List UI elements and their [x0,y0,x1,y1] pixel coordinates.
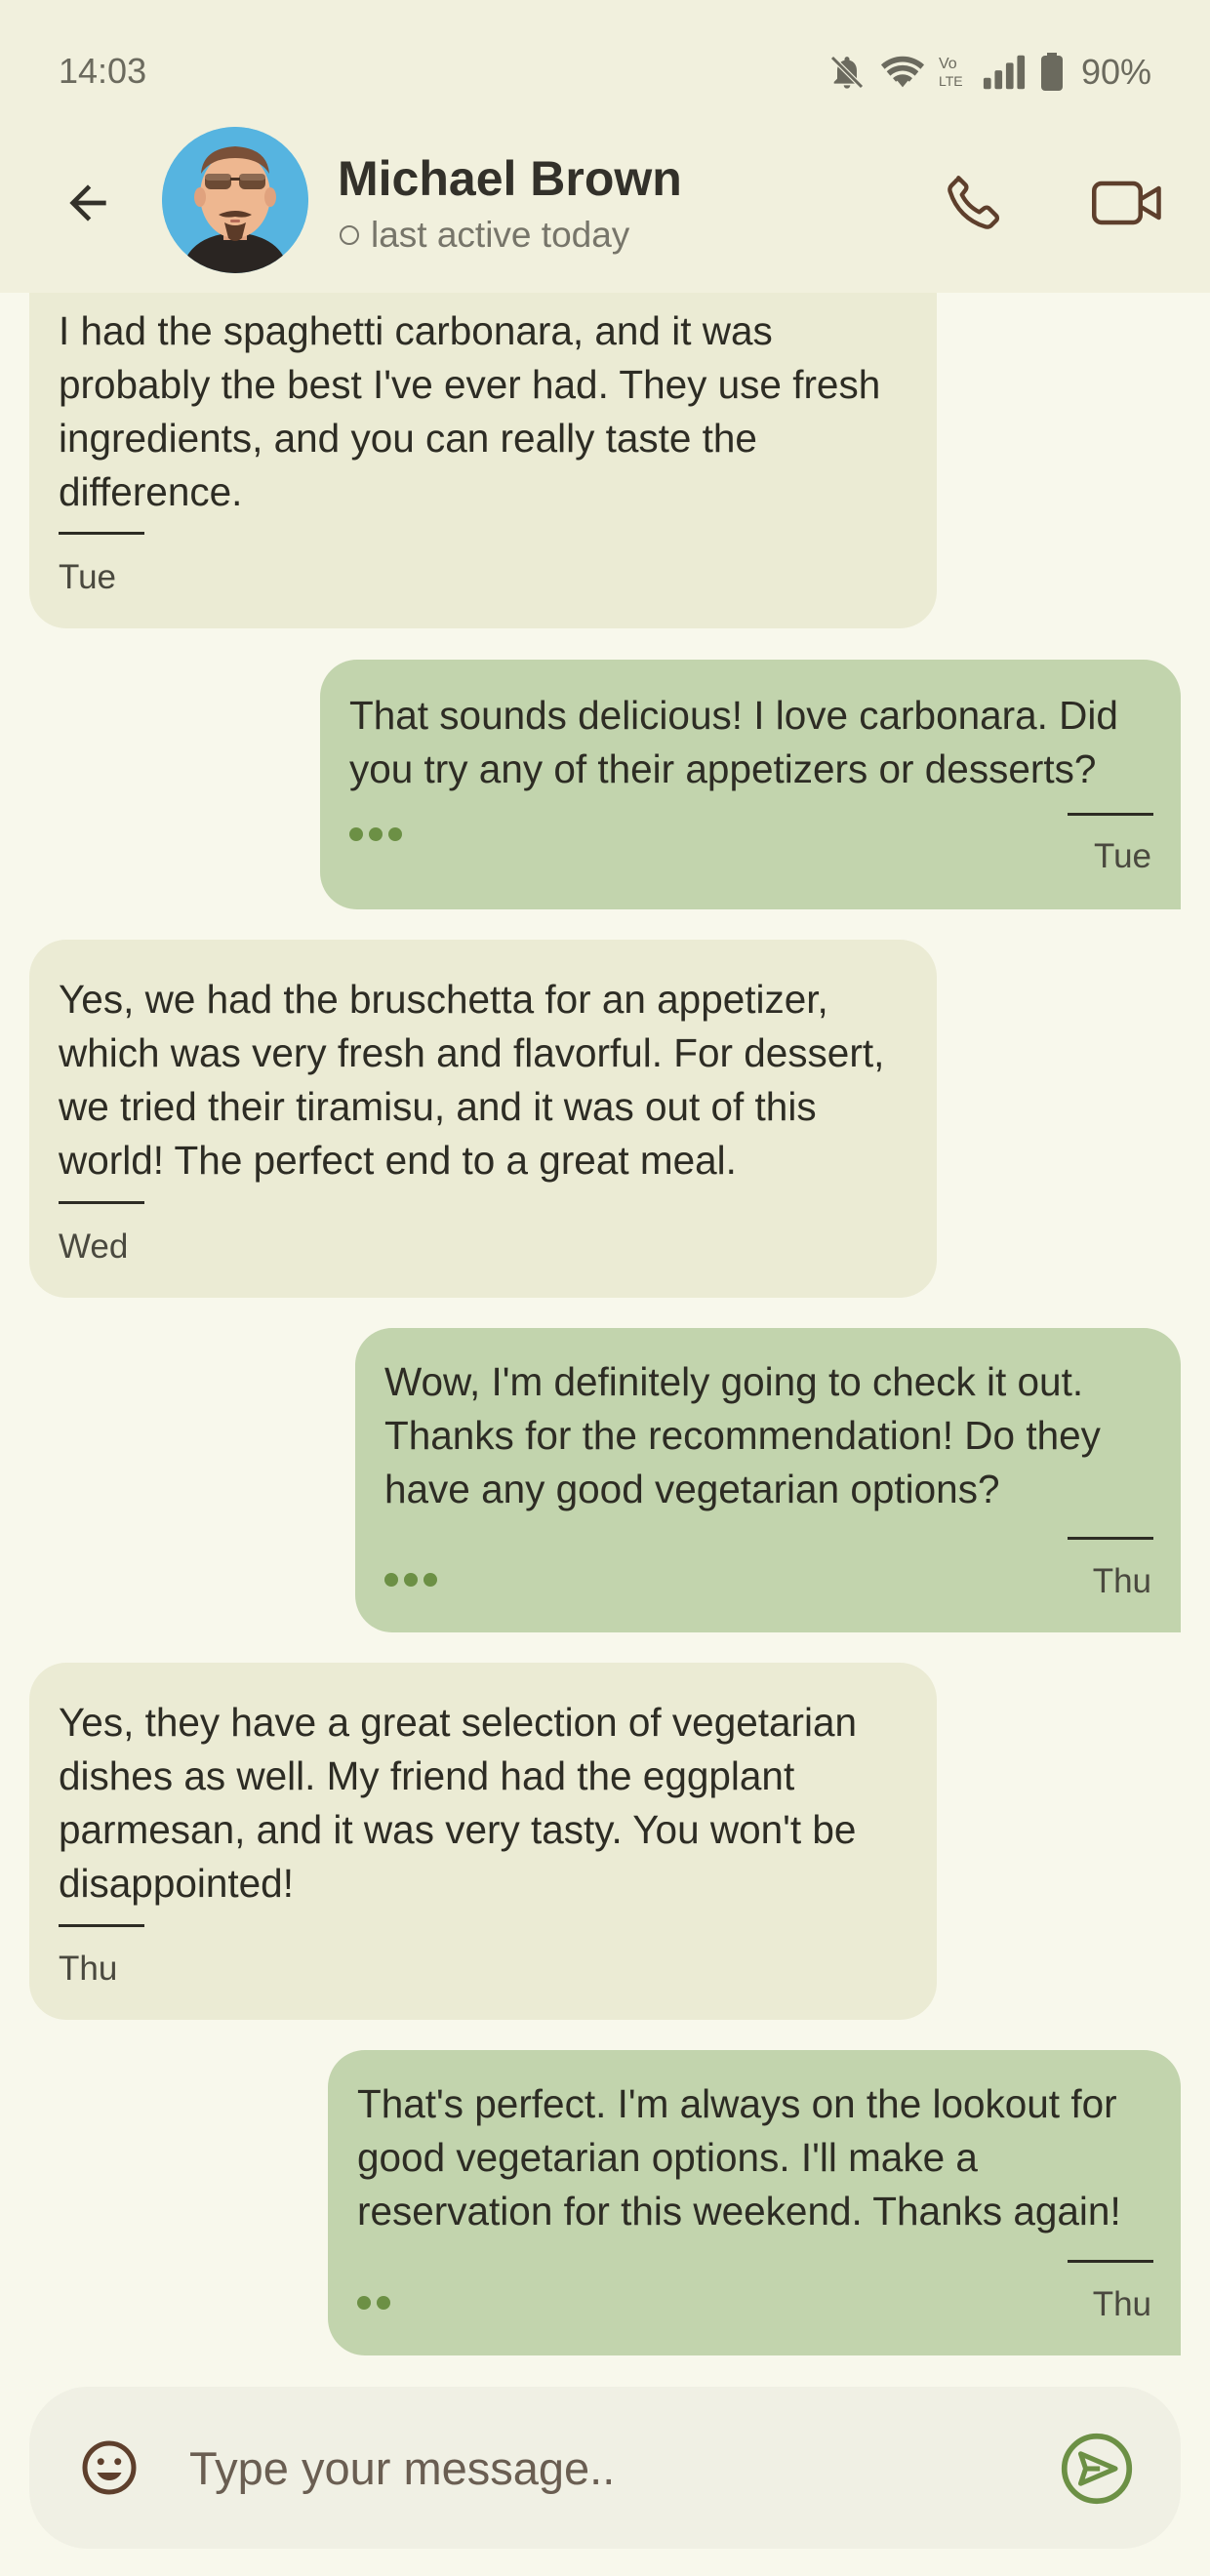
message-outgoing[interactable]: Wow, I'm definitely going to check it ou… [355,1328,1181,1632]
back-button[interactable] [51,168,125,242]
message-input[interactable] [189,2424,1019,2512]
message-time: Tue [59,558,117,596]
battery-percent: 90% [1080,52,1151,92]
presence-dot-icon [340,225,359,245]
delivery-status-icon [384,1573,437,1587]
message-incoming[interactable]: I had the spaghetti carbonara, and it wa… [29,293,937,628]
message-text: That's perfect. I'm always on the lookou… [357,2081,1121,2234]
bubble-divider [1068,2260,1153,2263]
voice-call-button[interactable] [935,166,1013,244]
status-bar: 14:03 Vo LTE 90% [0,0,1210,146]
message-text: That sounds delicious! I love carbonara.… [349,693,1118,791]
message-time: Tue [1093,837,1151,875]
video-icon [1090,174,1164,237]
video-call-button[interactable] [1083,166,1171,244]
presence-status: last active today [340,215,629,256]
message-text: I had the spaghetti carbonara, and it wa… [59,308,881,514]
bubble-divider [1068,1537,1153,1540]
message-outgoing[interactable]: That's perfect. I'm always on the lookou… [328,2050,1181,2355]
top-bar: 14:03 Vo LTE 90% Michael Brown last acti… [0,0,1210,293]
message-time: Thu [59,1950,118,1988]
message-time: Thu [1092,2285,1151,2323]
chat-header: Michael Brown last active today [0,127,1210,293]
svg-text:Vo: Vo [939,56,957,72]
avatar[interactable] [162,127,308,273]
message-thread[interactable]: I had the spaghetti carbonara, and it wa… [0,293,1210,2371]
contact-name[interactable]: Michael Brown [338,150,682,207]
message-outgoing[interactable]: That sounds delicious! I love carbonara.… [320,660,1181,909]
message-composer [29,2387,1181,2549]
presence-text: last active today [371,215,630,255]
message-text: Yes, we had the bruschetta for an appeti… [59,977,885,1183]
battery-icon [1040,53,1064,92]
bubble-divider [1068,813,1153,816]
message-time: Wed [59,1228,129,1266]
status-time: 14:03 [59,51,147,91]
phone-icon [940,169,1008,242]
message-incoming[interactable]: Yes, we had the bruschetta for an appeti… [29,940,937,1298]
chat-screen: 14:03 Vo LTE 90% Michael Brown last acti… [0,0,1210,2576]
emoji-button[interactable] [80,2438,139,2497]
send-button[interactable] [1060,2432,1134,2506]
bubble-divider [59,532,144,535]
status-icons: Vo LTE 90% [827,49,1151,96]
wifi-icon [880,53,925,92]
back-arrow-icon [60,176,115,235]
message-text: Yes, they have a great selection of vege… [59,1700,858,1906]
volte-icon: Vo LTE [939,53,968,92]
message-text: Wow, I'm definitely going to check it ou… [384,1359,1101,1511]
delivery-status-icon [357,2296,390,2310]
bubble-divider [59,1924,144,1927]
svg-text:LTE: LTE [939,73,963,89]
send-icon [1060,2433,1134,2510]
message-incoming[interactable]: Yes, they have a great selection of vege… [29,1663,937,2020]
delivery-status-icon [349,827,402,841]
bubble-divider [59,1201,144,1204]
emoji-icon [80,2440,139,2501]
message-time: Thu [1092,1562,1151,1600]
bell-off-icon [827,53,867,92]
signal-icon [982,53,1027,92]
